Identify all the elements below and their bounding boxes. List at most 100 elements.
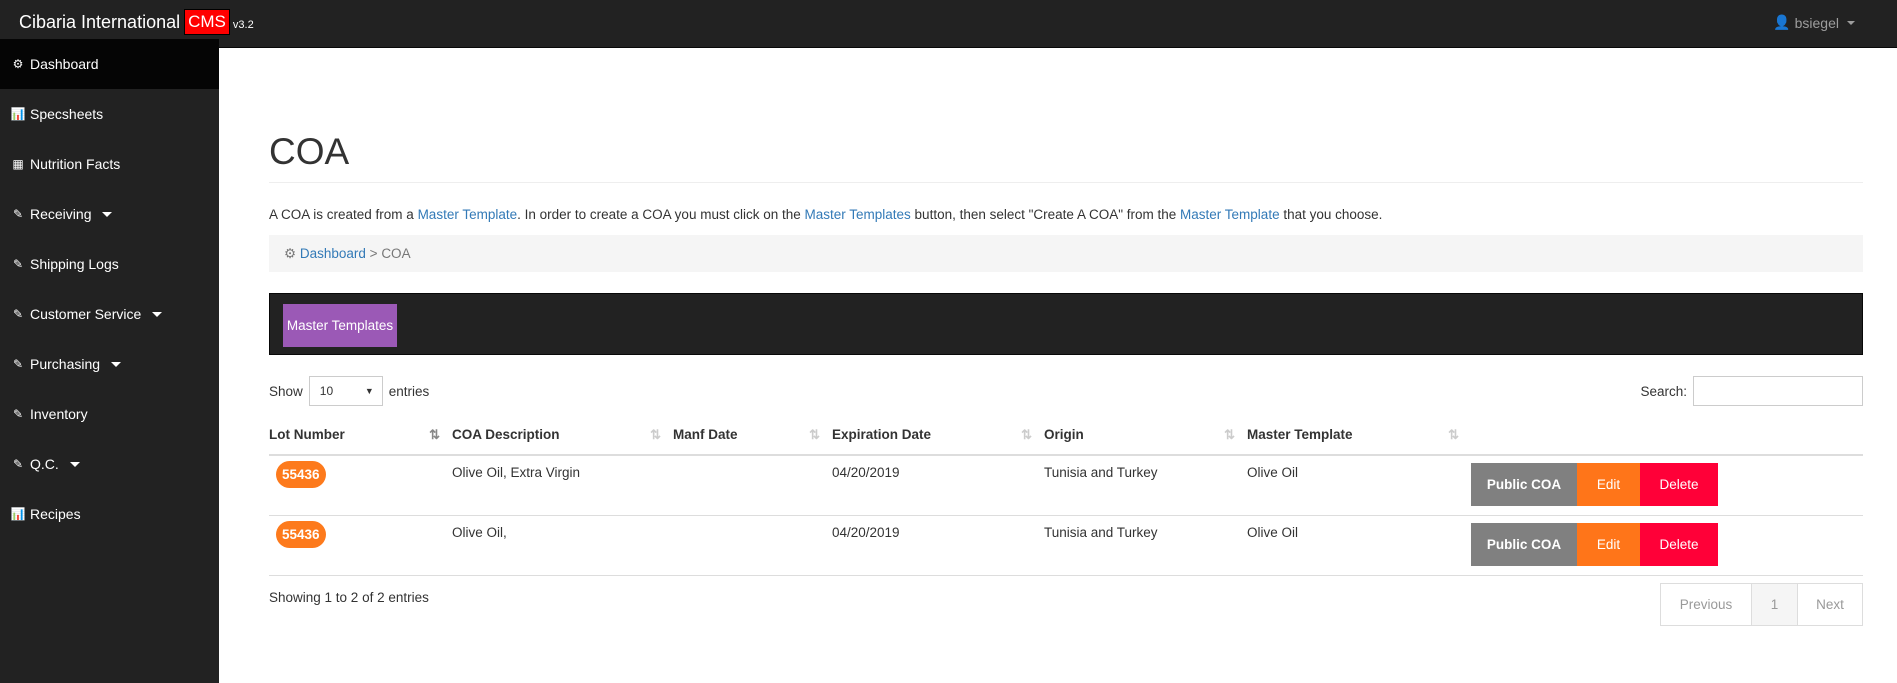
- dashboard-icon: ⚙: [12, 57, 24, 71]
- sidebar-item-inventory[interactable]: ✎ Inventory: [0, 389, 219, 439]
- actions-header: [1471, 415, 1863, 456]
- column-header[interactable]: COA Description ⇅: [452, 415, 673, 456]
- pagination: Previous 1 Next: [1660, 583, 1863, 626]
- table-icon: ▦: [12, 157, 24, 171]
- actions-cell: Public COA Edit Delete: [1471, 455, 1863, 516]
- origin-cell: Tunisia and Turkey: [1044, 455, 1247, 516]
- master-templates-button[interactable]: Master Templates: [283, 304, 397, 347]
- desc-text: that you choose.: [1279, 207, 1383, 222]
- public-coa-button[interactable]: Public COA: [1471, 463, 1577, 506]
- edit-icon: ✎: [12, 457, 24, 471]
- brand[interactable]: Cibaria International CMS v3.2: [19, 9, 254, 35]
- toolbar: Master Templates: [269, 293, 1863, 355]
- manf-date-cell: [673, 515, 832, 576]
- top-navbar: Cibaria International CMS v3.2 👤 bsiegel: [0, 0, 1897, 48]
- template-cell: Olive Oil: [1247, 515, 1471, 576]
- sidebar: ⚙ Dashboard 📊 Specsheets ▦ Nutrition Facts ✎ Re…: [0, 39, 219, 683]
- column-header[interactable]: Lot Number ⇅: [269, 415, 452, 456]
- breadcrumb: ⚙ Dashboard > COA: [269, 235, 1863, 272]
- user-icon: 👤: [1773, 14, 1791, 30]
- expiration-date-cell: 04/20/2019: [832, 515, 1044, 576]
- delete-button[interactable]: Delete: [1640, 463, 1718, 506]
- public-coa-button[interactable]: Public COA: [1471, 522, 1577, 566]
- column-header[interactable]: Manf Date ⇅: [673, 415, 832, 456]
- sidebar-item-label: Q.C.: [30, 456, 59, 472]
- chevron-down-icon: ▼: [364, 386, 374, 396]
- column-label: Origin: [1044, 427, 1084, 442]
- brand-name: Cibaria International: [19, 11, 181, 32]
- column-header[interactable]: Expiration Date ⇅: [832, 415, 1044, 456]
- next-button[interactable]: Next: [1798, 584, 1862, 625]
- sidebar-item-purchasing[interactable]: ✎ Purchasing: [0, 339, 219, 389]
- table-row: 55436 Olive Oil, Extra Virgin 04/20/2019…: [269, 455, 1863, 516]
- entries-label: entries: [388, 383, 430, 399]
- sidebar-item-recipes[interactable]: 📊 Recipes: [0, 489, 219, 539]
- desc-text: button, then select "Create A COA" from …: [910, 207, 1181, 222]
- coa-table: Lot Number ⇅ COA Description ⇅ Manf Date ⇅ Exp…: [269, 415, 1863, 576]
- previous-button[interactable]: Previous: [1661, 584, 1752, 625]
- sidebar-item-receiving[interactable]: ✎ Receiving: [0, 189, 219, 239]
- bar-chart-icon: 📊: [10, 507, 26, 521]
- page-1-button[interactable]: 1: [1752, 584, 1798, 625]
- edit-icon: ✎: [12, 407, 24, 421]
- column-label: Manf Date: [673, 427, 738, 442]
- edit-button[interactable]: Edit: [1577, 463, 1640, 506]
- breadcrumb-current: COA: [381, 246, 411, 261]
- column-header[interactable]: Master Template ⇅: [1247, 415, 1471, 456]
- divider: [269, 182, 1863, 183]
- sidebar-item-label: Purchasing: [30, 356, 101, 372]
- page-description: A COA is created from a Master Template.…: [269, 207, 1382, 222]
- origin-cell: Tunisia and Turkey: [1044, 515, 1247, 576]
- lot-cell: 55436: [269, 515, 452, 576]
- column-label: Lot Number: [269, 427, 345, 442]
- sort-icon: ⇅: [1448, 427, 1459, 442]
- lot-cell: 55436: [269, 455, 452, 516]
- edit-button[interactable]: Edit: [1577, 522, 1640, 566]
- sidebar-item-label: Dashboard: [30, 56, 99, 72]
- entries-value: 10: [319, 384, 334, 398]
- caret-down-icon: [1847, 20, 1855, 25]
- sidebar-item-label: Specsheets: [30, 106, 104, 122]
- entries-length: Show 10 ▼ entries: [269, 376, 429, 406]
- bar-chart-icon: 📊: [10, 107, 26, 121]
- caret-down-icon: [69, 461, 80, 467]
- desc-text: . In order to create a COA you must clic…: [517, 207, 805, 222]
- breadcrumb-dashboard[interactable]: Dashboard: [300, 246, 366, 261]
- sidebar-item-q-c[interactable]: ✎ Q.C.: [0, 439, 219, 489]
- sort-icon: ⇅: [1224, 427, 1235, 442]
- edit-icon: ✎: [12, 207, 24, 221]
- user-menu[interactable]: 👤 bsiegel: [1773, 14, 1855, 31]
- search-label: Search:: [1640, 383, 1687, 399]
- lot-badge[interactable]: 55436: [276, 461, 326, 488]
- column-label: Master Template: [1247, 427, 1353, 442]
- edit-icon: ✎: [12, 307, 24, 321]
- sidebar-item-customer-service[interactable]: ✎ Customer Service: [0, 289, 219, 339]
- sidebar-item-label: Receiving: [30, 206, 92, 222]
- edit-icon: ✎: [12, 357, 24, 371]
- search-filter: Search:: [1640, 376, 1863, 406]
- sidebar-item-shipping-logs[interactable]: ✎ Shipping Logs: [0, 239, 219, 289]
- sidebar-item-label: Nutrition Facts: [30, 156, 121, 172]
- master-templates-link[interactable]: Master Templates: [805, 207, 911, 222]
- page-title: COA: [269, 131, 350, 172]
- sort-desc-icon: ⇅: [429, 427, 440, 442]
- sidebar-item-dashboard[interactable]: ⚙ Dashboard: [0, 39, 219, 89]
- username: bsiegel: [1794, 14, 1839, 31]
- master-template-link[interactable]: Master Template: [418, 207, 518, 222]
- lot-badge[interactable]: 55436: [276, 520, 326, 548]
- breadcrumb-separator: >: [365, 246, 382, 261]
- sidebar-item-nutrition-facts[interactable]: ▦ Nutrition Facts: [0, 139, 219, 189]
- delete-button[interactable]: Delete: [1640, 522, 1718, 566]
- actions-cell: Public COA Edit Delete: [1471, 515, 1863, 576]
- description-cell: Olive Oil, Extra Virgin: [452, 455, 673, 516]
- master-template-link[interactable]: Master Template: [1180, 207, 1280, 222]
- sidebar-item-specsheets[interactable]: 📊 Specsheets: [0, 89, 219, 139]
- column-header[interactable]: Origin ⇅: [1044, 415, 1247, 456]
- search-input[interactable]: [1693, 376, 1863, 406]
- sort-icon: ⇅: [1021, 427, 1032, 442]
- description-cell: Olive Oil,: [452, 515, 673, 576]
- entries-select[interactable]: 10 ▼: [308, 376, 383, 406]
- sort-icon: ⇅: [809, 427, 820, 442]
- column-label: COA Description: [452, 427, 560, 442]
- table-row: 55436 Olive Oil, 04/20/2019 Tunisia and …: [269, 515, 1863, 576]
